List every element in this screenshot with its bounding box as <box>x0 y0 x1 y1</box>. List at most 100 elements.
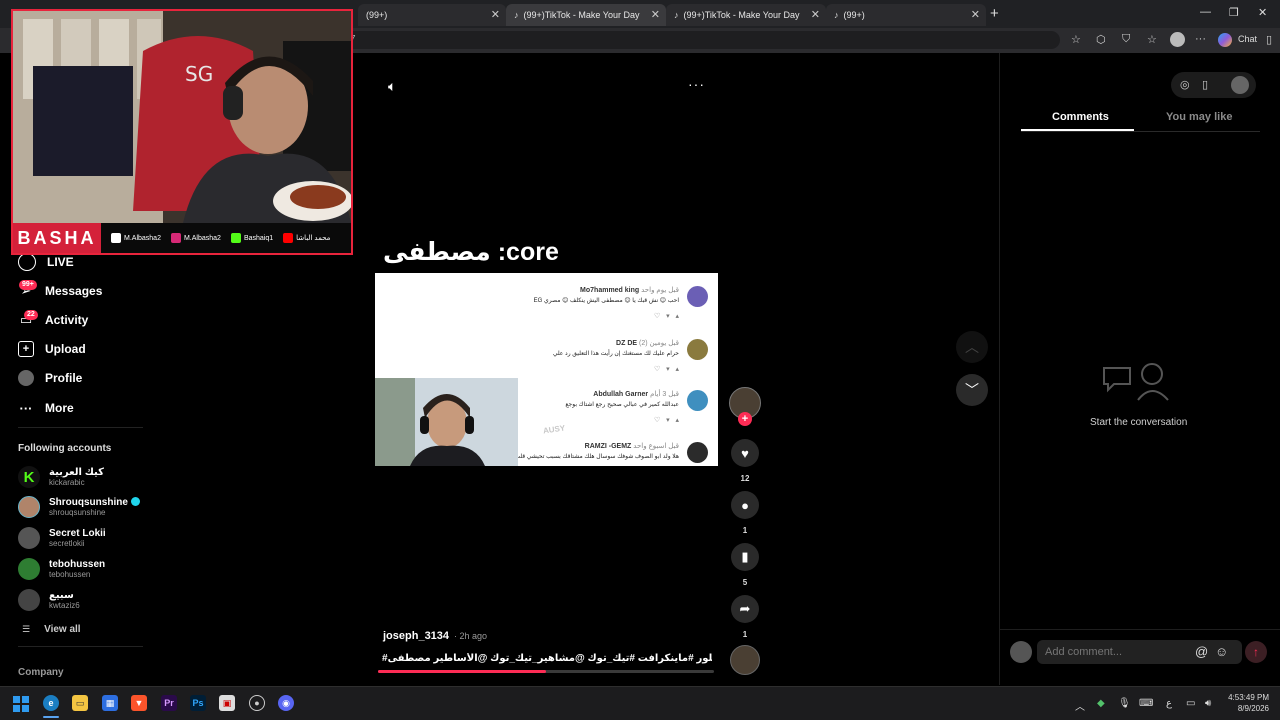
device-icon[interactable]: ▯ <box>1202 78 1208 91</box>
clock-date: 8/9/2026 <box>1237 704 1269 713</box>
emoji-icon[interactable]: ☺ <box>1215 644 1228 659</box>
overlay-brand: BASHA <box>13 223 101 253</box>
speaker-icon[interactable]: 🔊︎ <box>1205 698 1211 709</box>
browser-tab-active[interactable]: ♪ (99+)TikTok - Make Your Day ✕ <box>506 4 666 26</box>
obs-icon[interactable]: ● <box>249 695 265 711</box>
post-time: · 2h ago <box>454 631 488 641</box>
discord-icon[interactable]: ◉ <box>278 695 294 711</box>
user-avatar[interactable] <box>1231 76 1249 94</box>
sound-disc-icon[interactable] <box>730 645 760 675</box>
empty-comments-text: Start the conversation <box>1090 417 1188 428</box>
tab-comments[interactable]: Comments <box>1052 111 1109 123</box>
sidebar-toggle-icon[interactable]: ▯ <box>1266 33 1272 46</box>
chevron-down-icon: ﹀ <box>965 382 979 398</box>
new-tab-button[interactable]: + <box>990 5 999 22</box>
nav-live-label: LIVE <box>47 255 74 269</box>
profile-avatar-icon[interactable] <box>1170 32 1185 47</box>
menu-dots-icon[interactable]: ··· <box>1195 33 1206 45</box>
account-handle: secretlokii <box>49 538 85 548</box>
close-tab-icon[interactable]: ✕ <box>651 8 660 21</box>
browser-tab[interactable]: (99+) ✕ <box>358 4 506 26</box>
overlay-social-handle: M.Albasha2 <box>124 234 161 242</box>
share-button[interactable]: ➦ <box>731 595 759 623</box>
tray-app-icon[interactable]: ◆ <box>1097 698 1105 709</box>
comment-button[interactable]: ● <box>731 491 759 519</box>
more-dots-icon: ··· <box>19 400 33 416</box>
close-tab-icon[interactable]: ✕ <box>491 8 500 21</box>
post-comment-button[interactable]: ↑ <box>1245 641 1267 663</box>
close-tab-icon[interactable]: ✕ <box>971 8 980 21</box>
view-all-link[interactable]: ☰ View all <box>22 624 81 635</box>
video-inset-webcam <box>375 378 518 466</box>
restore-icon[interactable]: ❐ <box>1229 6 1239 19</box>
windows-start-icon[interactable] <box>13 696 29 712</box>
like-button[interactable]: ♥ <box>731 439 759 467</box>
account-name: سبيع <box>49 589 74 601</box>
video-options-icon[interactable]: ··· <box>688 76 705 92</box>
divider <box>18 427 143 428</box>
extensions-icon[interactable]: ⬡ <box>1096 33 1106 46</box>
follow-plus-icon[interactable]: + <box>738 412 752 426</box>
network-icon[interactable]: ▭ <box>1186 698 1195 709</box>
video-frame[interactable]: Mo7hammed king قبل يوم واحد احب 😊 نش قبك… <box>375 273 718 466</box>
video-progress-bar[interactable] <box>378 670 714 673</box>
add-comment-input[interactable] <box>1037 640 1242 664</box>
comment-author: RAMZI -GEMZ <box>584 443 632 450</box>
compass-icon[interactable]: ◎ <box>1180 78 1190 91</box>
language-indicator[interactable]: ع <box>1166 698 1172 709</box>
comment-count: 1 <box>742 526 748 535</box>
tab-divider <box>1021 131 1260 132</box>
copilot-icon[interactable] <box>1218 33 1232 47</box>
tab-you-may-like[interactable]: You may like <box>1166 111 1232 123</box>
file-explorer-icon[interactable]: ▭ <box>72 695 88 711</box>
comment-actions: ♡ ▾ ▴ <box>654 313 679 320</box>
nav-live[interactable]: LIVE <box>18 253 74 271</box>
following-account[interactable]: Secret Lokii secretlokii <box>18 527 106 549</box>
account-avatar <box>18 496 40 518</box>
company-link[interactable]: Company <box>18 667 64 678</box>
comment-time: قبل يومين (2) <box>639 340 679 347</box>
following-account[interactable]: سبيع kwtaziz6 <box>18 589 80 611</box>
close-tab-icon[interactable]: ✕ <box>811 8 820 21</box>
nav-messages-label: Messages <box>45 284 103 298</box>
brave-icon[interactable]: ▼ <box>131 695 147 711</box>
account-handle: tebohussen <box>49 569 91 579</box>
store-icon[interactable]: ▦ <box>102 695 118 711</box>
account-handle: kwtaziz6 <box>49 600 80 610</box>
nav-upload[interactable]: + Upload <box>18 341 86 357</box>
mention-icon[interactable]: @ <box>1195 644 1208 659</box>
nav-profile[interactable]: Profile <box>18 370 82 386</box>
photoshop-icon[interactable]: Ps <box>190 695 206 711</box>
browser-tab[interactable]: ♪ (99+) ✕ <box>826 4 986 26</box>
following-account[interactable]: tebohussen tebohussen <box>18 558 105 580</box>
browser-tab[interactable]: ♪ (99+)TikTok - Make Your Day ✕ <box>666 4 826 26</box>
account-name: كيك العربية <box>49 466 104 478</box>
tiktok-icon <box>111 233 121 243</box>
minimize-icon[interactable]: — <box>1200 6 1211 18</box>
shield-icon[interactable]: ⛉ <box>1122 33 1130 46</box>
instagram-icon <box>170 233 181 243</box>
collections-icon[interactable]: ☆ <box>1147 33 1157 46</box>
kick-icon <box>230 233 241 243</box>
previous-video-button[interactable]: ︿ <box>956 331 988 363</box>
nav-more-label: More <box>45 401 74 415</box>
premiere-icon[interactable]: Pr <box>161 695 177 711</box>
microphone-icon[interactable]: 🎙︎ <box>1118 698 1131 709</box>
following-account[interactable]: K كيك العربية kickarabic <box>18 466 104 488</box>
next-video-button[interactable]: ﹀ <box>956 374 988 406</box>
favorite-star-icon[interactable]: ☆ <box>1071 33 1081 46</box>
edge-icon[interactable]: e <box>43 695 59 711</box>
chevron-up-icon: ︿ <box>965 339 979 355</box>
webcam-overlay: SG BASHA M.Albasha2 M.Albasha2 Bashaiq1 … <box>11 9 353 255</box>
following-account[interactable]: Shrouqsunshine shrouqsunshine <box>18 496 140 518</box>
app-icon[interactable]: ▣ <box>219 695 235 711</box>
tray-expand-icon[interactable]: ︿ <box>1075 698 1085 713</box>
clock[interactable]: 4:53:49 PM 8/9/2026 <box>1223 692 1269 714</box>
save-button[interactable]: ▮ <box>731 543 759 571</box>
close-window-icon[interactable]: ✕ <box>1258 6 1267 19</box>
nav-more[interactable]: ··· More <box>18 400 74 416</box>
volume-icon[interactable]: 🔈︎ <box>388 78 396 95</box>
chat-button[interactable]: Chat <box>1238 34 1257 44</box>
keyboard-icon[interactable]: ⌨ <box>1139 698 1153 709</box>
author-handle[interactable]: joseph_3134 <box>383 630 449 642</box>
